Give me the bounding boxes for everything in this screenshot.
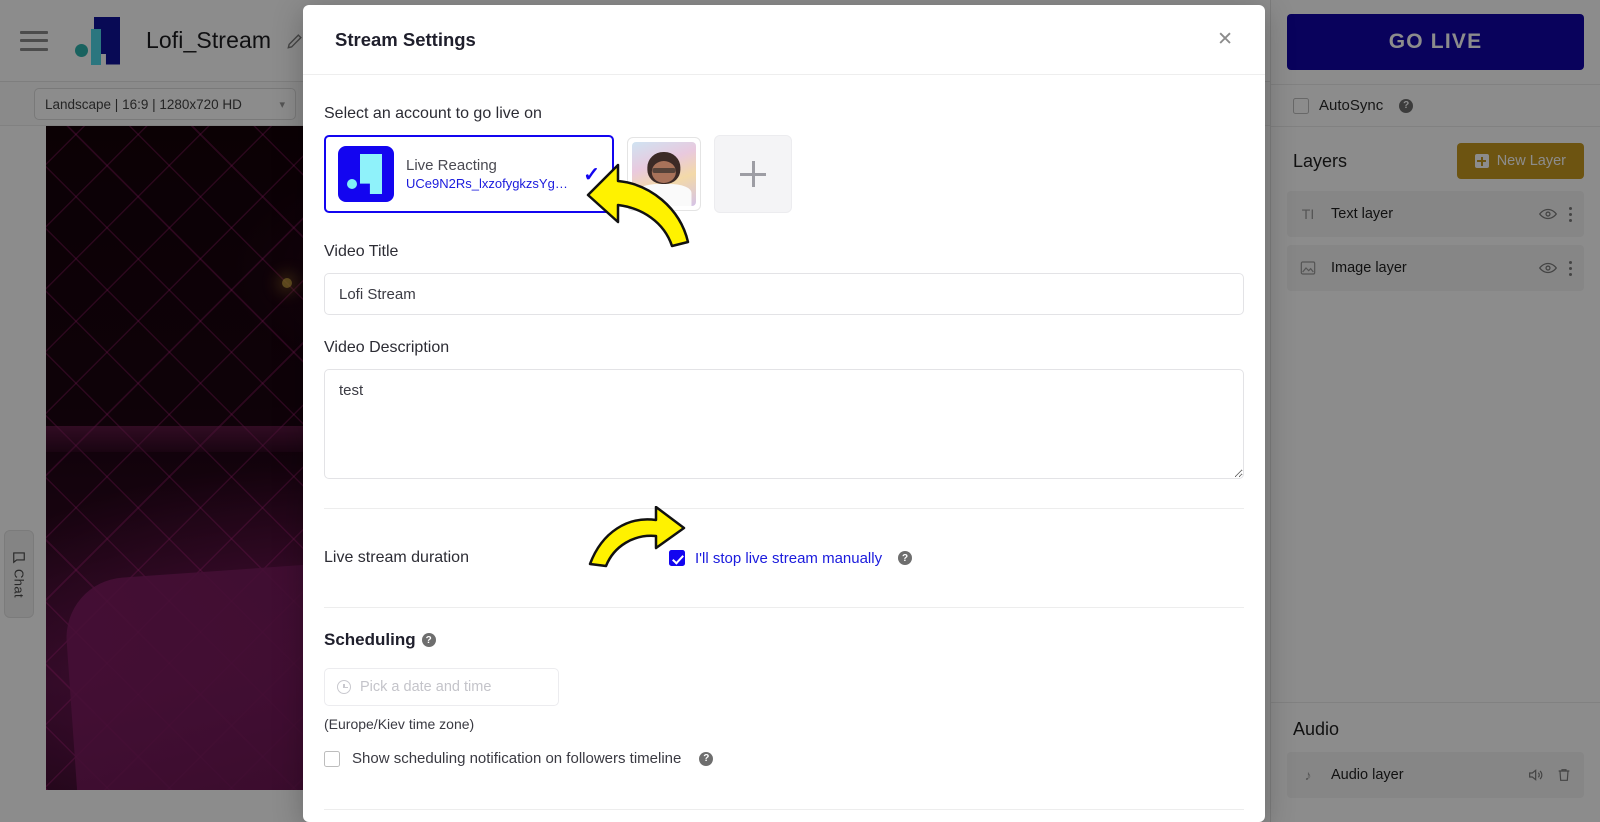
live-stream-duration-row: Live stream duration I'll stop live stre… xyxy=(324,531,1244,585)
stop-manually-checkbox[interactable] xyxy=(669,550,685,566)
scheduling-label: Scheduling xyxy=(324,630,416,649)
modal-body: Select an account to go live on Live Rea… xyxy=(303,75,1265,822)
date-time-picker[interactable]: Pick a date and time xyxy=(324,668,559,706)
account-section-label: Select an account to go live on xyxy=(324,105,542,122)
plus-icon xyxy=(740,161,766,187)
video-description-label: Video Description xyxy=(324,339,450,356)
modal-header: Stream Settings ✕ xyxy=(303,5,1265,75)
video-description-input[interactable] xyxy=(324,369,1244,479)
check-icon: ✓ xyxy=(583,163,600,186)
account-channel-id: UCe9N2Rs_lxzofygkzsYgg… xyxy=(406,176,572,191)
divider xyxy=(324,607,1244,608)
app-root: Lofi_Stream Landscape | 16:9 | 1280x720 … xyxy=(0,0,1600,822)
stop-manually-help-icon[interactable]: ? xyxy=(898,551,913,565)
stream-settings-modal: Stream Settings ✕ Select an account to g… xyxy=(303,5,1265,822)
video-title-input[interactable] xyxy=(324,273,1244,315)
scheduling-notification-row: Show scheduling notification on follower… xyxy=(324,750,1244,767)
scheduling-notification-checkbox[interactable] xyxy=(324,750,340,767)
timezone-note: (Europe/Kiev time zone) xyxy=(324,716,475,732)
modal-title: Stream Settings xyxy=(335,28,476,50)
scheduling-help-icon[interactable]: ? xyxy=(421,633,436,647)
avatar xyxy=(632,142,696,206)
live-stream-duration-label: Live stream duration xyxy=(324,549,469,566)
account-avatar-icon xyxy=(338,146,394,202)
divider xyxy=(324,809,1244,810)
clock-icon xyxy=(337,680,351,694)
stop-manually-label: I'll stop live stream manually xyxy=(695,549,883,567)
video-title-label: Video Title xyxy=(324,243,399,260)
account-name: Live Reacting xyxy=(406,157,497,174)
scheduling-title-row: Scheduling ? xyxy=(324,630,1244,650)
account-thumbnail[interactable] xyxy=(627,137,701,211)
scheduling-notification-label: Show scheduling notification on follower… xyxy=(352,750,682,767)
date-time-placeholder: Pick a date and time xyxy=(360,679,492,695)
scheduling-notification-help-icon[interactable]: ? xyxy=(699,751,714,766)
add-account-button[interactable] xyxy=(714,135,792,213)
divider xyxy=(324,508,1244,509)
account-card-selected[interactable]: Live Reacting UCe9N2Rs_lxzofygkzsYgg… ✓ xyxy=(324,135,614,213)
accounts-row: Live Reacting UCe9N2Rs_lxzofygkzsYgg… ✓ xyxy=(324,135,1244,213)
close-icon[interactable]: ✕ xyxy=(1217,30,1233,49)
